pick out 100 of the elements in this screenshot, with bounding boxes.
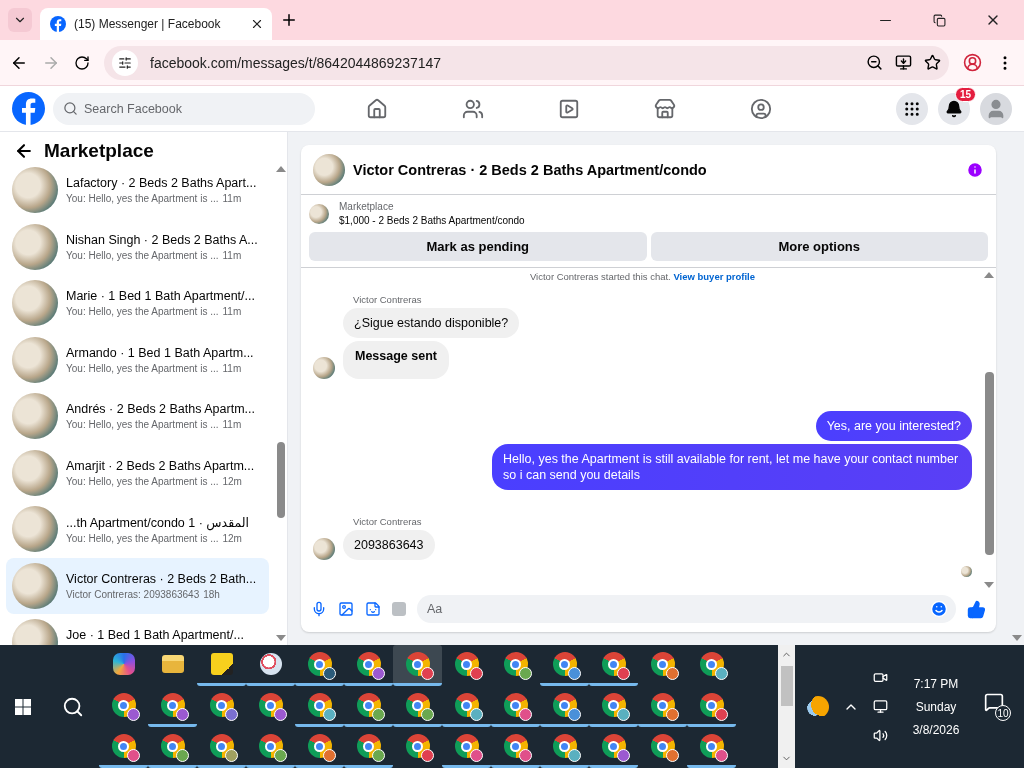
minimize-icon <box>879 19 891 21</box>
message-bubble: Hello, yes the Apartment is still available for rent, let me have your contact number so i can send you details <box>492 444 972 490</box>
listing-label: Marketplace <box>339 201 395 212</box>
zoom-icon[interactable] <box>866 54 883 71</box>
facebook-logo[interactable] <box>12 92 45 125</box>
restore-icon <box>932 13 946 27</box>
avatar-photo <box>313 357 335 379</box>
message-bubble: Message sent <box>343 341 449 379</box>
palette-icon[interactable] <box>259 653 282 675</box>
message-time: 11m <box>222 249 242 261</box>
search-field[interactable]: Search Facebook <box>53 92 315 125</box>
conversation-item[interactable]: Marie · 1 Bed 1 Bath Apartment/... You: Hello, yes the Apartment is ... 11m <box>6 275 269 332</box>
back-icon[interactable] <box>14 141 34 161</box>
message-bubble: 2093863643 <box>343 530 435 560</box>
sidebar-title: Marketplace <box>44 140 154 162</box>
conversation-title: Marie · 1 Bed 1 Bath Apartment/... <box>66 289 256 303</box>
taskbar-scrollbar[interactable] <box>778 645 795 768</box>
photo-placeholder <box>12 393 58 439</box>
conversation-item[interactable]: Armando · 1 Bed 1 Bath Apartm... You: Hello, yes the Apartment is ... 11m <box>6 331 269 388</box>
action-button[interactable]: Mark as pending <box>309 232 647 261</box>
conversation-title: Nishan Singh · 2 Beds 2 Baths A... <box>66 232 259 247</box>
message-preview: You: Hello, yes the Apartment is ... <box>66 362 219 374</box>
photo-placeholder <box>12 167 58 213</box>
facebook-logo[interactable] <box>50 16 66 32</box>
home-icon[interactable] <box>366 97 388 120</box>
profile-link[interactable]: View buyer profile <box>673 271 756 282</box>
message-time: 11m <box>222 306 242 317</box>
conversation-title: Andrés · 2 Beds 2 Baths Apartm... <box>66 402 256 416</box>
clock-day[interactable]: Sunday <box>915 699 957 714</box>
bookmark-star-icon[interactable] <box>924 54 941 71</box>
chat-title: Victor Contreras · 2 Beds 2 Baths Apartment/condo <box>353 161 708 178</box>
volume-icon[interactable] <box>873 728 888 743</box>
conversation-item[interactable]: Andrés · 2 Beds 2 Baths Apartm... You: Hello, yes the Apartment is ... 11m <box>6 388 269 445</box>
message-time: 12m <box>222 475 242 487</box>
conversation-item[interactable]: Lafactory · 2 Beds 2 Baths Apart... You: Hello, yes the Apartment is ... 11m <box>6 162 269 219</box>
message-bubble: ¿Sigue estando disponible? <box>343 308 520 338</box>
photo-placeholder <box>12 280 58 326</box>
sticky-note-icon[interactable] <box>210 653 233 675</box>
groups-icon[interactable] <box>750 97 772 120</box>
emoji-icon[interactable] <box>930 600 948 618</box>
conversation-item[interactable]: Nishan Singh · 2 Beds 2 Baths A... You: Hello, yes the Apartment is ... 11m <box>6 218 269 275</box>
conversation-title: Amarjit · 2 Beds 2 Baths Apartm... <box>66 458 256 473</box>
message-time: 11m <box>222 362 242 374</box>
folder-icon[interactable] <box>161 655 184 673</box>
account-button[interactable] <box>980 92 1012 125</box>
weather-icon[interactable] <box>807 695 829 718</box>
sticker-icon[interactable] <box>365 601 381 617</box>
listing-detail: $1,000 - 2 Beds 2 Baths Apartment/condo <box>339 215 525 226</box>
browser-tab[interactable]: (15) Messenger | Facebook <box>40 8 272 40</box>
conversation-title: Victor Contreras · 2 Beds 2 Bath... <box>66 571 258 586</box>
menu-button[interactable] <box>896 92 928 125</box>
system-note: Victor Contreras started this chat. View buyer profile <box>528 270 757 282</box>
conversation-item[interactable]: Victor Contreras · 2 Beds 2 Bath... Victor Contreras: 2093863643 18h <box>6 557 269 614</box>
photo-placeholder <box>12 336 58 383</box>
message-time: 18h <box>203 588 220 600</box>
message-input[interactable]: Aa <box>417 595 956 623</box>
store-icon[interactable] <box>654 97 676 120</box>
copilot-icon[interactable] <box>112 653 135 675</box>
message-preview: You: Hello, yes the Apartment is ... <box>66 533 219 544</box>
photo-placeholder <box>12 449 58 496</box>
message-time: 11m <box>222 419 242 430</box>
profile-icon[interactable] <box>963 53 982 72</box>
search-icon <box>63 101 78 116</box>
site-settings-icon[interactable] <box>118 55 132 70</box>
friends-icon[interactable] <box>462 97 484 120</box>
microphone-icon[interactable] <box>311 601 327 617</box>
photo-placeholder <box>12 562 58 609</box>
clock-time[interactable]: 7:17 PM <box>913 676 959 691</box>
info-icon[interactable] <box>966 160 984 179</box>
address-bar[interactable]: facebook.com/messages/t/8642044869237147 <box>104 45 949 80</box>
camera-icon[interactable] <box>873 670 888 685</box>
install-icon[interactable] <box>895 54 912 71</box>
message-preview: You: Hello, yes the Apartment is ... <box>66 419 219 430</box>
new-tab-icon[interactable] <box>280 11 298 29</box>
notifications-button[interactable] <box>938 92 970 125</box>
search-icon[interactable] <box>61 695 84 718</box>
bell-icon <box>945 99 963 118</box>
clock-date[interactable]: 3/8/2026 <box>912 722 960 737</box>
sender-name: Victor Contreras <box>353 516 422 527</box>
message-preview: You: Hello, yes the Apartment is ... <box>66 249 219 261</box>
conversation-item[interactable]: Amarjit · 2 Beds 2 Baths Apartm... You: Hello, yes the Apartment is ... 12m <box>6 444 269 501</box>
conversation-title: Lafactory · 2 Beds 2 Baths Apart... <box>66 176 258 190</box>
windows-start-icon[interactable] <box>15 698 32 715</box>
image-icon[interactable] <box>338 601 354 617</box>
scrollbar-thumb[interactable] <box>780 666 793 706</box>
thumbs-up-icon[interactable] <box>967 599 986 619</box>
message-preview: You: Hello, yes the Apartment is ... <box>66 475 219 487</box>
action-button[interactable]: More options <box>650 232 988 261</box>
seen-avatar <box>961 566 972 577</box>
close-icon[interactable] <box>250 17 264 31</box>
photo-placeholder <box>309 203 329 224</box>
avatar-photo <box>313 538 335 560</box>
message-time: 11m <box>222 193 242 204</box>
message-preview: You: Hello, yes the Apartment is ... <box>66 193 219 204</box>
video-icon[interactable] <box>558 97 580 120</box>
grid-icon <box>903 99 921 118</box>
tab-list-button[interactable] <box>8 8 32 32</box>
message-time: 12m <box>222 533 242 544</box>
network-icon[interactable] <box>873 699 888 714</box>
reload-icon[interactable] <box>74 54 90 71</box>
